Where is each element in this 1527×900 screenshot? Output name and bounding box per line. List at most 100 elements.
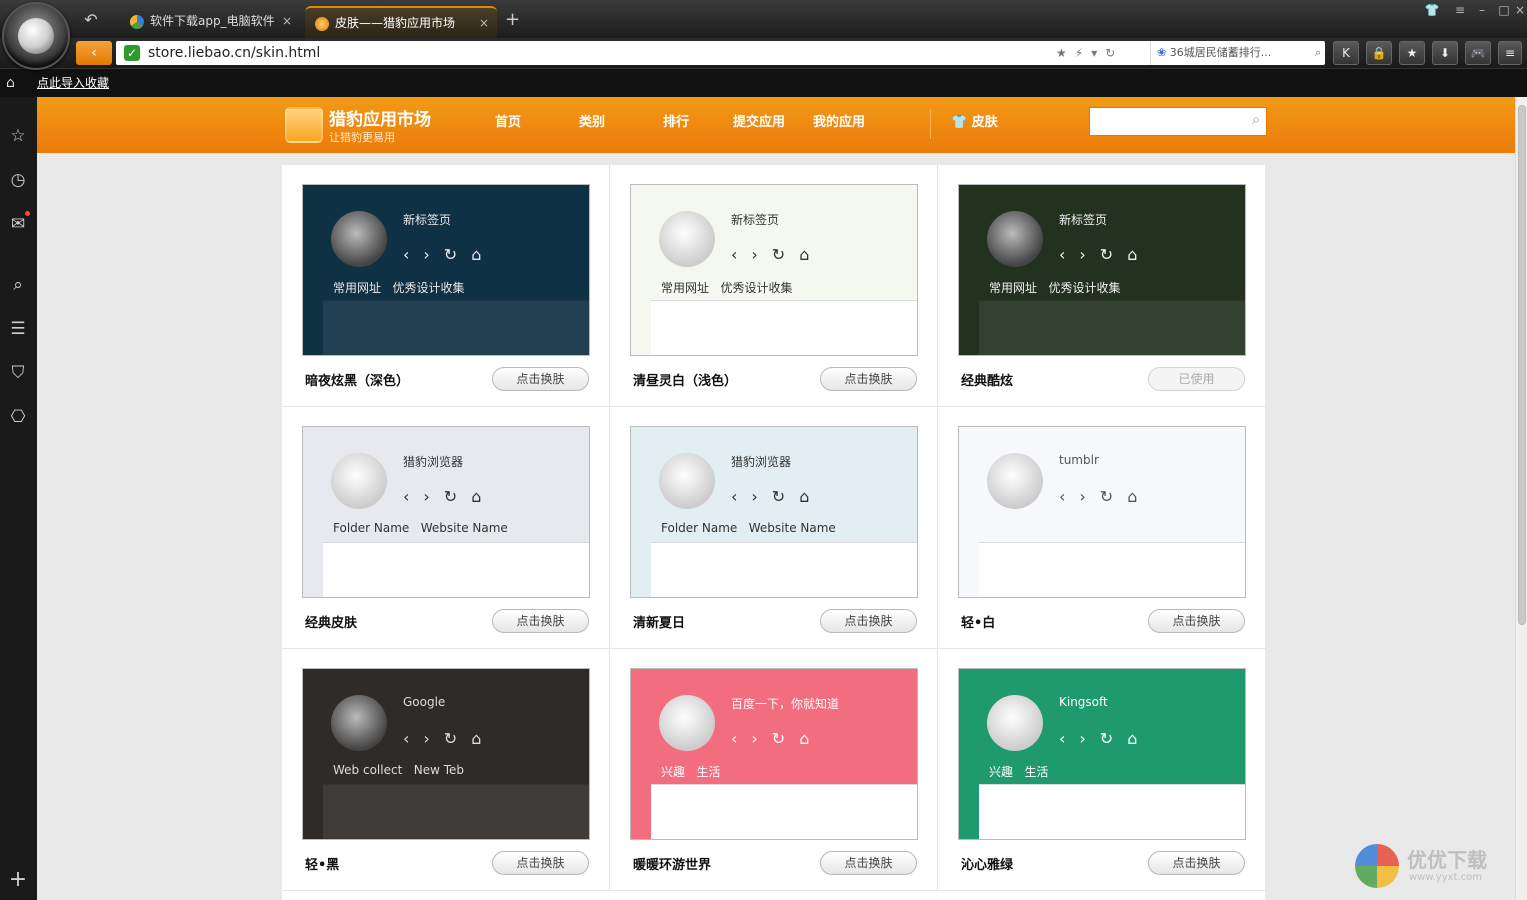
nav-rankings[interactable]: 排行: [663, 97, 689, 149]
menu-icon[interactable]: ≡: [1450, 2, 1470, 18]
skin-preview-bm1: Folder Name: [661, 521, 738, 535]
nav-submit-app[interactable]: 提交应用: [733, 97, 785, 149]
skin-preview-bookmarks: [989, 521, 1000, 535]
tab-close-icon[interactable]: ×: [282, 6, 292, 36]
game-controller-icon[interactable]: ⎔: [7, 406, 29, 428]
skin-preview-tab: 猎豹浏览器: [403, 455, 464, 469]
close-window-icon[interactable]: ×: [1514, 2, 1526, 18]
new-tab-button[interactable]: +: [505, 10, 520, 30]
kingsoft-icon[interactable]: K: [1333, 41, 1359, 65]
skin-preview-page: [323, 300, 589, 355]
store-search-input[interactable]: ⌕: [1089, 107, 1267, 136]
maximize-icon[interactable]: □: [1494, 2, 1514, 18]
skin-card: 猎豹浏览器 ‹›↻⌂ Folder Name Website Name 经典皮肤 点击换…: [282, 407, 610, 649]
skin-preview-nav-icons: ‹›↻⌂: [1059, 729, 1152, 748]
skin-preview-bm2: 优秀设计收集: [1048, 281, 1121, 295]
skin-preview-tab: 新标签页: [1059, 213, 1108, 227]
skin-card: Google ‹›↻⌂ Web collect New Teb 轻•黑 点击换肤: [282, 649, 610, 891]
nav-home[interactable]: 首页: [495, 97, 521, 149]
skin-preview[interactable]: tumblr ‹›↻⌂: [958, 426, 1246, 598]
nav-divider: [930, 109, 931, 139]
skin-preview-nav-icons: ‹›↻⌂: [403, 245, 496, 264]
undo-close-icon[interactable]: ↶: [80, 10, 102, 30]
news-icon[interactable]: ☰: [7, 318, 29, 340]
skin-grid: 新标签页 ‹›↻⌂ 常用网址 优秀设计收集 暗夜炫黑（深色） 点击换肤 新标签页 ‹›↻⌂ 常…: [282, 165, 1266, 900]
skin-preview-bm2: 生活: [1024, 765, 1049, 779]
skin-in-use-button[interactable]: 已使用: [1148, 367, 1245, 391]
tab-favicon-icon: [130, 14, 144, 29]
dropdown-icon[interactable]: ▾: [1091, 46, 1105, 60]
apply-skin-button[interactable]: 点击换肤: [1148, 851, 1245, 875]
tab-skin-store[interactable]: 皮肤——猎豹应用市场 ×: [305, 6, 497, 38]
brand-title: 猎豹应用市场: [329, 110, 431, 130]
brand-subtitle: 让猎豹更易用: [329, 131, 395, 144]
minimize-icon[interactable]: –: [1472, 2, 1492, 18]
add-icon[interactable]: +: [7, 869, 29, 891]
tab-software-download[interactable]: 软件下载app_电脑软件 ×: [120, 6, 300, 38]
scrollbar-thumb[interactable]: [1518, 105, 1526, 625]
favorite-star-icon[interactable]: ★: [1056, 46, 1075, 60]
apply-skin-button[interactable]: 点击换肤: [492, 367, 589, 391]
lightning-icon[interactable]: ⚡: [1075, 46, 1091, 60]
apply-skin-button[interactable]: 点击换肤: [492, 609, 589, 633]
lock-icon[interactable]: 🔒: [1366, 41, 1392, 65]
search-icon[interactable]: ⌕: [1315, 41, 1321, 65]
nav-my-apps[interactable]: 我的应用: [813, 97, 865, 149]
home-icon[interactable]: ⌂: [6, 75, 15, 91]
apply-skin-button[interactable]: 点击换肤: [1148, 609, 1245, 633]
skin-preview[interactable]: 猎豹浏览器 ‹›↻⌂ Folder Name Website Name: [302, 426, 590, 598]
nav-categories[interactable]: 类别: [579, 97, 605, 149]
skin-preview-page: [651, 542, 917, 597]
skin-preview-avatar-icon: [659, 695, 715, 751]
gamepad-icon[interactable]: 🎮: [1465, 41, 1491, 65]
watermark-logo-icon: [1355, 844, 1399, 888]
search-icon[interactable]: ⌕: [1252, 112, 1260, 128]
skin-preview[interactable]: 百度一下，你就知道 ‹›↻⌂ 兴趣 生活: [630, 668, 918, 840]
skin-card: 新标签页 ‹›↻⌂ 常用网址 优秀设计收集暗夜炫黑（深色） 点击换肤: [282, 165, 610, 407]
skin-name: 清昼灵白（浅色）: [633, 374, 738, 389]
skin-preview-bm1: Folder Name: [333, 521, 410, 535]
search-text[interactable]: 36城居民储蓄排行...: [1170, 46, 1272, 59]
favorites-icon[interactable]: ☆: [7, 125, 29, 147]
more-menu-icon[interactable]: ≡: [1498, 41, 1522, 65]
history-clock-icon[interactable]: ◷: [7, 169, 29, 191]
store-brand[interactable]: 猎豹应用市场 让猎豹更易用: [285, 105, 455, 145]
vertical-scrollbar[interactable]: [1515, 97, 1527, 900]
skin-name: 轻•白: [961, 616, 996, 631]
url-text[interactable]: store.liebao.cn/skin.html: [148, 41, 320, 65]
inbox-icon[interactable]: ✉: [7, 213, 29, 235]
url-bar[interactable]: ✓ store.liebao.cn/skin.html ★⚡▾↻ ❀ 36城居民…: [116, 41, 1325, 65]
bookmark-star-icon[interactable]: ★: [1399, 41, 1425, 65]
skin-shirt-icon[interactable]: 👕: [1422, 2, 1442, 18]
shopping-bag-logo-icon: [285, 107, 323, 143]
left-sidebar: ☆ ◷ ✉ ⌕ ☰ ⛉ ⎔ +: [0, 97, 37, 900]
browser-window: ↶ 软件下载app_电脑软件 × 皮肤——猎豹应用市场 × + 👕 ≡ – □ …: [0, 0, 1527, 900]
skin-preview[interactable]: Kingsoft ‹›↻⌂ 兴趣 生活: [958, 668, 1246, 840]
url-actions[interactable]: ★⚡▾↻: [1056, 41, 1123, 65]
skin-name: 暗夜炫黑（深色）: [305, 374, 410, 389]
search-box[interactable]: ❀ 36城居民储蓄排行... ⌕: [1150, 41, 1325, 65]
tab-label: 软件下载app_电脑软件: [150, 14, 275, 28]
skin-preview[interactable]: Google ‹›↻⌂ Web collect New Teb: [302, 668, 590, 840]
skin-preview[interactable]: 新标签页 ‹›↻⌂ 常用网址 优秀设计收集: [958, 184, 1246, 356]
search-icon[interactable]: ⌕: [7, 274, 29, 296]
refresh-icon[interactable]: ↻: [1105, 46, 1123, 60]
shopping-bag-icon[interactable]: ⛉: [7, 362, 29, 384]
tab-close-icon[interactable]: ×: [479, 8, 489, 38]
nav-skins[interactable]: 👕 皮肤: [951, 97, 998, 149]
skin-name: 清新夏日: [633, 616, 686, 631]
skin-preview-bookmarks: 兴趣 生活: [989, 763, 1048, 780]
apply-skin-button[interactable]: 点击换肤: [492, 851, 589, 875]
skin-preview-avatar-icon: [987, 695, 1043, 751]
apply-skin-button[interactable]: 点击换肤: [820, 851, 917, 875]
skin-preview[interactable]: 猎豹浏览器 ‹›↻⌂ Folder Name Website Name: [630, 426, 918, 598]
download-icon[interactable]: ⬇: [1432, 41, 1458, 65]
browser-logo[interactable]: [2, 2, 70, 70]
skin-preview[interactable]: 新标签页 ‹›↻⌂ 常用网址 优秀设计收集: [630, 184, 918, 356]
import-bookmarks-link[interactable]: 点此导入收藏: [37, 69, 109, 98]
skin-preview-bm1: 兴趣: [661, 765, 686, 779]
apply-skin-button[interactable]: 点击换肤: [820, 367, 917, 391]
apply-skin-button[interactable]: 点击换肤: [820, 609, 917, 633]
skin-preview[interactable]: 新标签页 ‹›↻⌂ 常用网址 优秀设计收集: [302, 184, 590, 356]
back-button[interactable]: ‹: [76, 41, 112, 65]
